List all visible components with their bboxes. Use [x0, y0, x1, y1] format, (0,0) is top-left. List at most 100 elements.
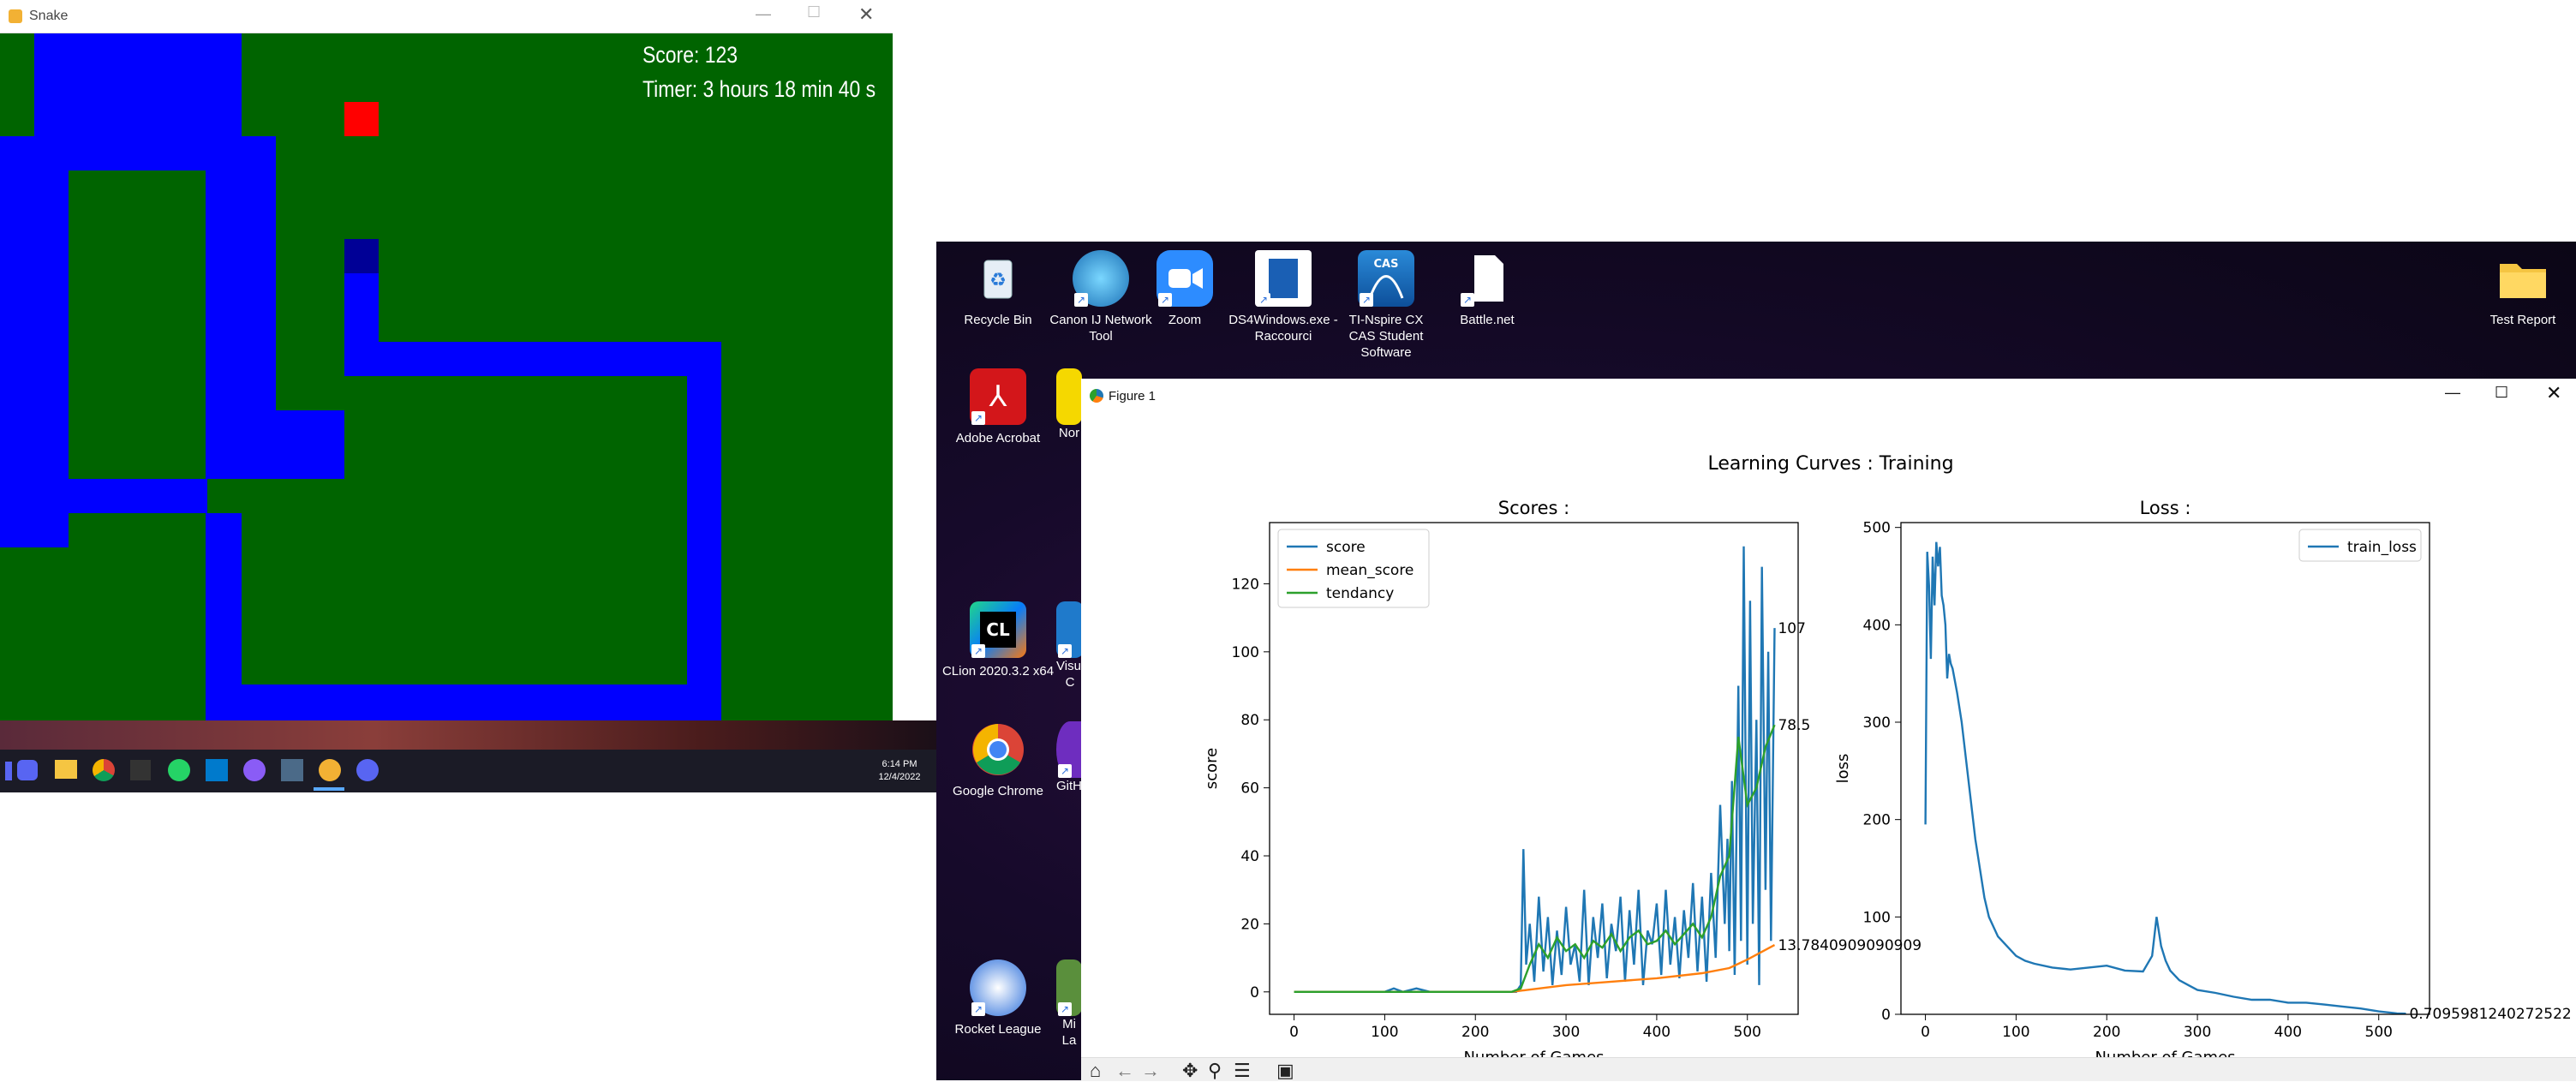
x-tick-label: 100: [1371, 1024, 1398, 1041]
ti-nspire-icon: CAS ↗: [1358, 250, 1414, 307]
figure-canvas: Learning Curves : Training Scores : 0 100 2…: [1203, 453, 2572, 1057]
y-tick-label: 80: [1240, 712, 1259, 729]
series-train_loss: [1924, 541, 2406, 1015]
x-axis-label: Number of Games: [1463, 1049, 1604, 1057]
snake-segment: [344, 273, 379, 376]
home-icon[interactable]: ⌂: [1090, 1060, 1101, 1082]
x-tick-label: 0: [1289, 1024, 1299, 1041]
github-desktop-icon: ↗: [1056, 721, 1084, 778]
taskbar-time: 6:14 PM: [882, 759, 917, 769]
snake-segment: [206, 170, 276, 445]
graph-icon[interactable]: [130, 760, 151, 780]
end-value-label: 78.5: [1778, 717, 1810, 734]
chrome-icon[interactable]: [93, 759, 115, 781]
discord-icon[interactable]: [17, 760, 38, 780]
series-score: [1294, 546, 1776, 994]
snake-head: [344, 239, 379, 273]
desktop-icon-vs[interactable]: ↗ Visua C: [1056, 601, 1084, 690]
zoom-icon[interactable]: ⚲: [1208, 1060, 1222, 1082]
end-value-label: 107: [1778, 620, 1805, 637]
globe-icon: ↗: [1073, 250, 1129, 307]
discord-icon-2[interactable]: [356, 759, 379, 781]
x-tick-label: 500: [2365, 1024, 2393, 1041]
desktop-icon-clion[interactable]: CL ↗ CLion 2020.3.2 x64: [938, 601, 1058, 679]
folder-icon: [2495, 250, 2551, 307]
snake-food: [344, 102, 379, 136]
github-icon[interactable]: [243, 759, 266, 781]
y-tick-label: 200: [1863, 812, 1891, 829]
x-tick-label: 400: [2274, 1024, 2302, 1041]
svg-text:⅄: ⅄: [989, 380, 1007, 414]
python-icon: [9, 9, 22, 23]
y-tick-label: 400: [1863, 617, 1891, 634]
whatsapp-icon[interactable]: [168, 759, 190, 781]
file-explorer-icon[interactable]: [55, 760, 77, 779]
desktop-icon-test-report[interactable]: Test Report: [2471, 250, 2574, 328]
snake-app-icon[interactable]: [319, 759, 341, 781]
acrobat-icon: ⅄ ↗: [970, 368, 1026, 425]
x-tick-label: 0: [1921, 1024, 1930, 1041]
taskbar-clock[interactable]: 6:14 PM 12/4/2022: [872, 758, 927, 784]
desktop-icon-github[interactable]: ↗ GitHub: [1056, 721, 1084, 794]
vs-icon: ↗: [1056, 601, 1084, 658]
taskbar-edge: [5, 762, 12, 780]
taskbar: 6:14 PM 12/4/2022: [0, 750, 936, 792]
snake-title-bar[interactable]: Snake — ☐ ✕: [0, 0, 893, 33]
y-tick-label: 100: [1232, 644, 1259, 661]
desktop-icon-chrome[interactable]: Google Chrome: [938, 721, 1058, 799]
loss-axes: Loss : 0 100 200 300 400 500 0 100 200 300 400 500 Nu…: [1834, 498, 2572, 1057]
svg-text:CL: CL: [986, 619, 1010, 640]
pan-icon[interactable]: ✥: [1182, 1060, 1198, 1082]
desktop-icon-zoom[interactable]: ↗ Zoom: [1133, 250, 1236, 328]
y-tick-label: 120: [1232, 576, 1259, 593]
minimize-icon[interactable]: —: [756, 5, 771, 23]
desktop-icon-rocket-league[interactable]: ↗ Rocket League: [938, 959, 1058, 1037]
x-tick-label: 300: [2184, 1024, 2211, 1041]
matplotlib-icon: [1090, 389, 1103, 403]
x-tick-label: 200: [2093, 1024, 2120, 1041]
figure-title-bar[interactable]: Figure 1 — ☐ ✕: [1081, 379, 2576, 413]
desktop-icon-battlenet[interactable]: ↗ Battle.net: [1440, 250, 1534, 328]
save-icon[interactable]: ▣: [1276, 1060, 1294, 1082]
snake-game-canvas[interactable]: Score: 123 Timer: 3 hours 18 min 40 s: [0, 33, 893, 720]
desktop-icon-ti-nspire[interactable]: CAS ↗ TI-Nspire CX CAS Student Software: [1335, 250, 1437, 361]
minimize-icon[interactable]: —: [2445, 384, 2460, 402]
ds4windows-icon: ↗: [1255, 250, 1312, 307]
back-icon[interactable]: ←: [1115, 1060, 1134, 1082]
svg-text:♻: ♻: [989, 270, 1007, 291]
maximize-icon[interactable]: ☐: [2495, 384, 2508, 402]
y-tick-label: 100: [1863, 909, 1891, 926]
file-icon: ↗: [1459, 250, 1515, 307]
taskbar-date: 12/4/2022: [878, 772, 921, 782]
x-tick-label: 200: [1461, 1024, 1489, 1041]
desktop-icon-norton[interactable]: Nor: [1056, 368, 1082, 441]
maximize-icon[interactable]: ☐: [807, 3, 821, 21]
x-axis-label: Number of Games: [2095, 1049, 2235, 1057]
close-icon[interactable]: ✕: [2546, 382, 2561, 404]
legend-entry: mean_score: [1326, 562, 1414, 579]
configure-icon[interactable]: ☰: [1234, 1060, 1251, 1082]
desktop-icon-acrobat[interactable]: ⅄ ↗ Adobe Acrobat: [938, 368, 1058, 446]
y-tick-label: 20: [1240, 916, 1259, 933]
rocket-league-icon: ↗: [970, 959, 1026, 1016]
axes-title: Scores :: [1498, 498, 1570, 518]
desktop-icon-recycle-bin[interactable]: ♻ Recycle Bin: [938, 250, 1058, 328]
scores-axes: Scores : 0 100 200 300 400 500 0 20 40 60 80 100 120 N…: [1203, 498, 1922, 1057]
axes-frame: [1900, 522, 2430, 1015]
axes-title: Loss :: [2140, 498, 2191, 518]
zoom-icon: ↗: [1157, 250, 1213, 307]
snake-segment: [0, 170, 69, 547]
vscode-icon[interactable]: [206, 759, 228, 781]
x-tick-label: 400: [1643, 1024, 1671, 1041]
legend-entry: train_loss: [2347, 539, 2417, 556]
desktop-icon-ds4windows[interactable]: ↗ DS4Windows.exe - Raccourci: [1228, 250, 1339, 344]
forward-icon[interactable]: →: [1141, 1060, 1160, 1082]
legend: train_loss: [2298, 529, 2422, 562]
desktop-icon-minecraft[interactable]: ↗ Mi La: [1056, 959, 1082, 1049]
close-icon[interactable]: ✕: [858, 3, 874, 26]
python-game-icon[interactable]: [281, 759, 303, 781]
y-tick-label: 500: [1863, 520, 1891, 537]
snake-segment: [344, 342, 721, 376]
snake-segment: [687, 342, 721, 720]
figure-toolbar: ⌂ ← → ✥ ⚲ ☰ ▣: [1081, 1057, 2576, 1081]
